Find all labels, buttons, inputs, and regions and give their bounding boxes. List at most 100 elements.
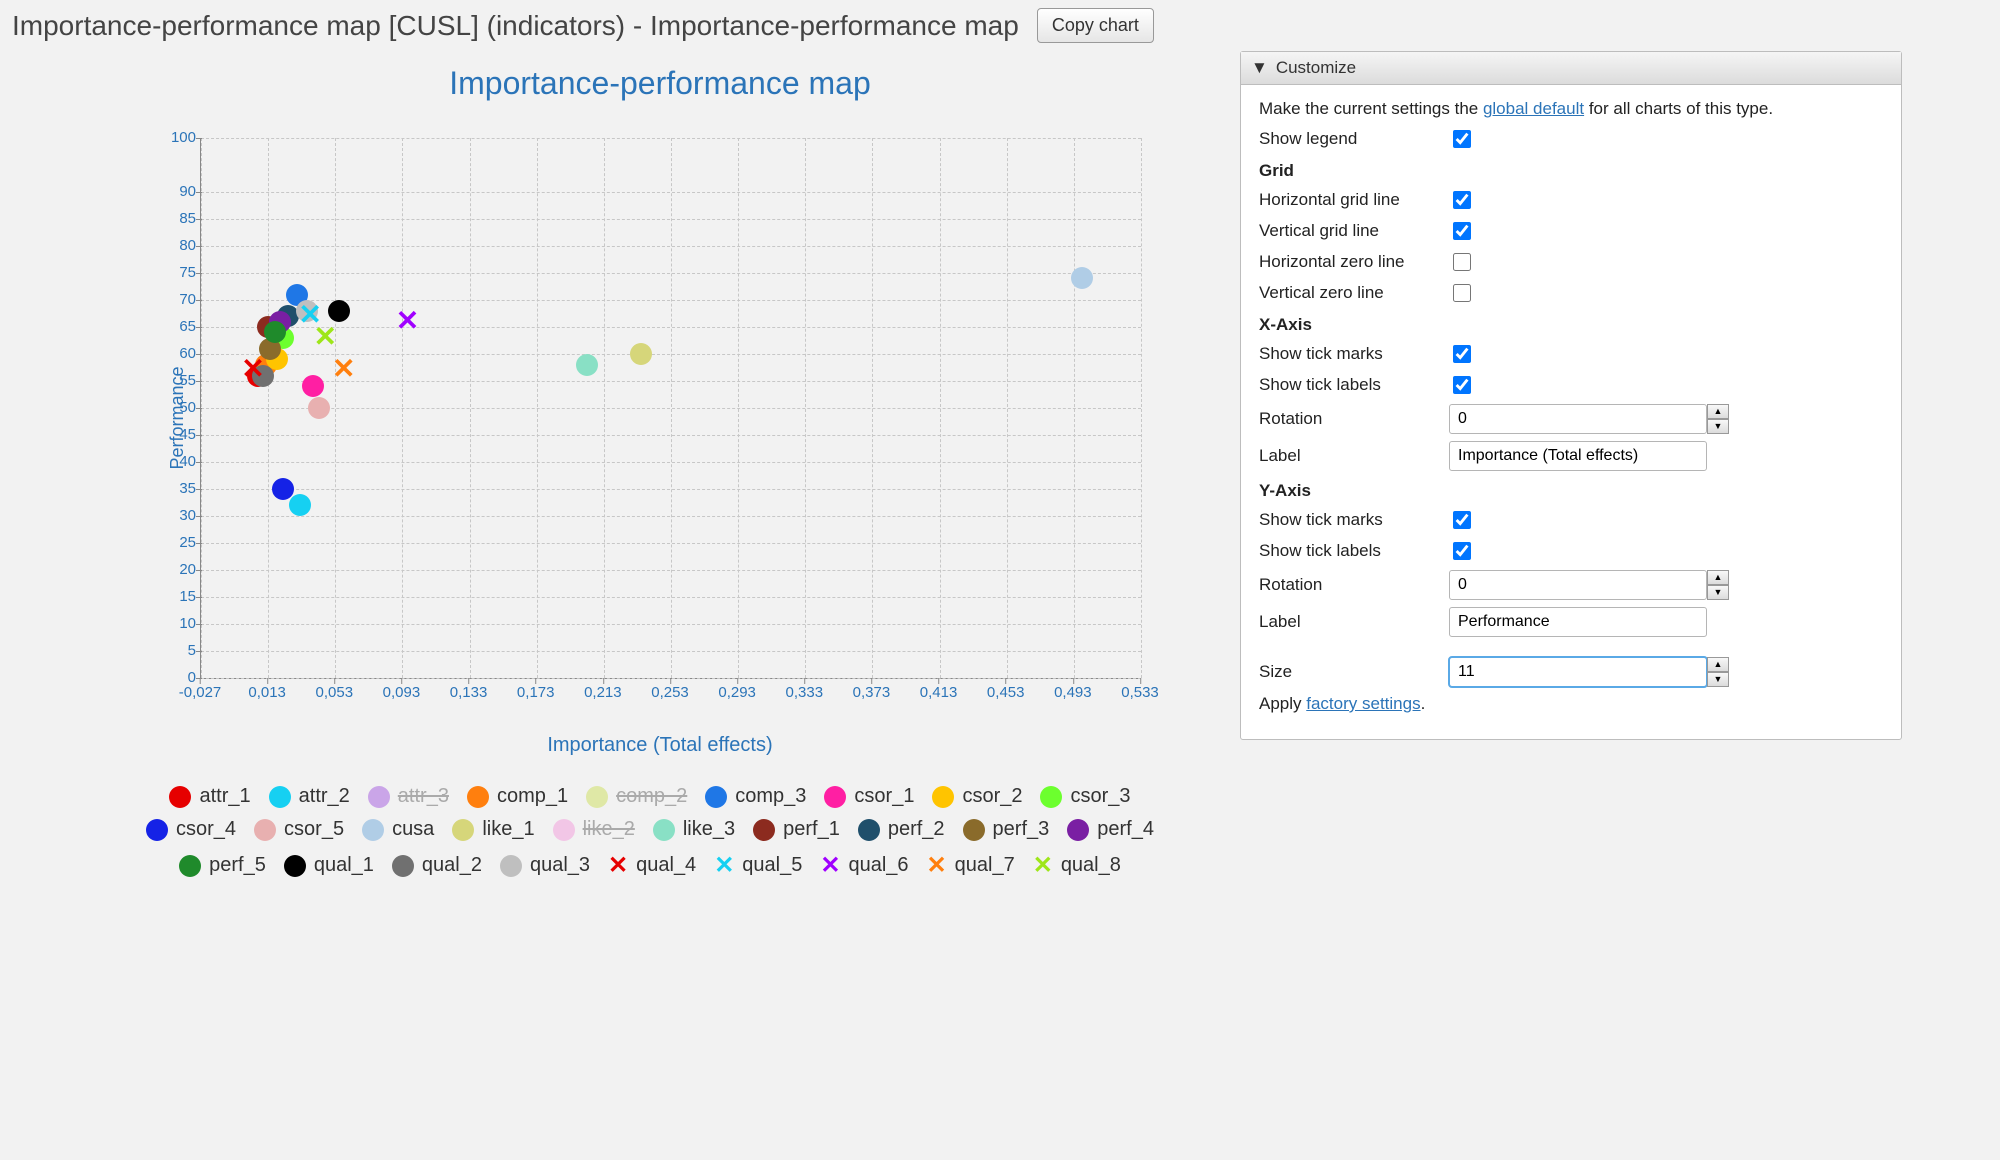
factory-settings-text: Apply factory settings.	[1259, 694, 1883, 714]
data-point-csor_4[interactable]	[272, 478, 294, 500]
y-tick-label: 45	[160, 426, 196, 443]
size-up-button[interactable]: ▲	[1707, 657, 1729, 672]
legend-item-perf_2[interactable]: perf_2	[858, 818, 945, 841]
legend-item-csor_5[interactable]: csor_5	[254, 818, 344, 841]
legend-item-like_1[interactable]: like_1	[452, 818, 534, 841]
x-rotation-input[interactable]	[1449, 404, 1707, 434]
legend-item-qual_8[interactable]: ✕qual_8	[1033, 851, 1121, 880]
data-point-qual_8[interactable]: ✕	[313, 327, 336, 349]
legend-item-qual_2[interactable]: qual_2	[392, 851, 482, 880]
y-tick-marks-checkbox[interactable]	[1453, 511, 1471, 529]
size-down-button[interactable]: ▼	[1707, 672, 1729, 687]
x-tick-label: 0,453	[987, 684, 1025, 701]
x-rotation-stepper[interactable]: ▲▼	[1449, 404, 1729, 434]
y-tick-label: 65	[160, 318, 196, 335]
y-tick-label: 70	[160, 291, 196, 308]
y-tick-label: 90	[160, 183, 196, 200]
plot-area[interactable]: ✕✕✕✕✕	[200, 138, 1141, 679]
x-tick-label: 0,493	[1054, 684, 1092, 701]
size-stepper[interactable]: ▲▼	[1449, 657, 1729, 687]
x-rotation-down-button[interactable]: ▼	[1707, 419, 1729, 434]
copy-chart-button[interactable]: Copy chart	[1037, 8, 1154, 43]
customize-panel-header[interactable]: ▼ Customize	[1241, 52, 1901, 85]
legend-item-comp_2[interactable]: comp_2	[586, 785, 687, 808]
global-default-text: Make the current settings the global def…	[1259, 99, 1883, 119]
x-tick-label: 0,253	[651, 684, 689, 701]
y-tick-label: 75	[160, 264, 196, 281]
show-legend-label: Show legend	[1259, 129, 1449, 149]
legend-item-like_2[interactable]: like_2	[553, 818, 635, 841]
x-tick-label: 0,333	[786, 684, 824, 701]
legend-item-attr_1[interactable]: attr_1	[169, 785, 250, 808]
horizontal-grid-checkbox[interactable]	[1453, 191, 1471, 209]
legend-item-perf_1[interactable]: perf_1	[753, 818, 840, 841]
y-tick-label: 5	[160, 642, 196, 659]
y-rotation-down-button[interactable]: ▼	[1707, 585, 1729, 600]
y-rotation-stepper[interactable]: ▲▼	[1449, 570, 1729, 600]
x-tick-marks-checkbox[interactable]	[1453, 345, 1471, 363]
legend-item-attr_3[interactable]: attr_3	[368, 785, 449, 808]
y-tick-label: 20	[160, 561, 196, 578]
data-point-csor_5[interactable]	[308, 397, 330, 419]
legend-item-qual_1[interactable]: qual_1	[284, 851, 374, 880]
data-point-qual_4[interactable]: ✕	[241, 359, 264, 381]
data-point-cusa[interactable]	[1071, 267, 1093, 289]
y-rotation-input[interactable]	[1449, 570, 1707, 600]
y-tick-label: 55	[160, 372, 196, 389]
x-axis-section-header: X-Axis	[1259, 315, 1883, 335]
legend-item-cusa[interactable]: cusa	[362, 818, 434, 841]
data-point-qual_6[interactable]: ✕	[396, 311, 419, 333]
y-axis-section-header: Y-Axis	[1259, 481, 1883, 501]
y-tick-label: 60	[160, 345, 196, 362]
horizontal-zero-checkbox[interactable]	[1453, 253, 1471, 271]
y-tick-label: 40	[160, 453, 196, 470]
legend-item-perf_5[interactable]: perf_5	[179, 851, 266, 880]
y-tick-labels-checkbox[interactable]	[1453, 542, 1471, 560]
chevron-down-icon: ▼	[1251, 58, 1268, 78]
y-rotation-up-button[interactable]: ▲	[1707, 570, 1729, 585]
y-tick-label: 15	[160, 588, 196, 605]
legend-item-comp_1[interactable]: comp_1	[467, 785, 568, 808]
x-tick-label: -0,027	[179, 684, 222, 701]
data-point-csor_1[interactable]	[302, 375, 324, 397]
size-input[interactable]	[1449, 657, 1707, 687]
legend-item-perf_4[interactable]: perf_4	[1067, 818, 1154, 841]
legend-item-qual_7[interactable]: ✕qual_7	[927, 851, 1015, 880]
x-tick-label: 0,093	[383, 684, 421, 701]
legend-item-qual_5[interactable]: ✕qual_5	[714, 851, 802, 880]
y-label-input[interactable]	[1449, 607, 1707, 637]
y-tick-label: 25	[160, 534, 196, 551]
data-point-qual_7[interactable]: ✕	[332, 359, 355, 381]
legend-item-perf_3[interactable]: perf_3	[963, 818, 1050, 841]
legend-item-csor_1[interactable]: csor_1	[824, 785, 914, 808]
data-point-qual_1[interactable]	[328, 300, 350, 322]
y-tick-label: 80	[160, 237, 196, 254]
show-legend-checkbox[interactable]	[1453, 130, 1471, 148]
legend-item-qual_4[interactable]: ✕qual_4	[608, 851, 696, 880]
x-rotation-up-button[interactable]: ▲	[1707, 404, 1729, 419]
legend-item-csor_2[interactable]: csor_2	[932, 785, 1022, 808]
data-point-like_1[interactable]	[630, 343, 652, 365]
x-tick-label: 0,293	[718, 684, 756, 701]
data-point-perf_5[interactable]	[264, 321, 286, 343]
legend-item-like_3[interactable]: like_3	[653, 818, 735, 841]
y-tick-label: 30	[160, 507, 196, 524]
x-label-input[interactable]	[1449, 441, 1707, 471]
x-tick-labels-checkbox[interactable]	[1453, 376, 1471, 394]
legend-item-csor_4[interactable]: csor_4	[146, 818, 236, 841]
chart-container: Importance-performance map Performance ✕…	[120, 51, 1200, 880]
legend-item-comp_3[interactable]: comp_3	[705, 785, 806, 808]
legend-item-attr_2[interactable]: attr_2	[269, 785, 350, 808]
data-point-like_3[interactable]	[576, 354, 598, 376]
vertical-zero-checkbox[interactable]	[1453, 284, 1471, 302]
factory-settings-link[interactable]: factory settings	[1306, 694, 1420, 713]
grid-section-header: Grid	[1259, 161, 1883, 181]
vertical-grid-checkbox[interactable]	[1453, 222, 1471, 240]
global-default-link[interactable]: global default	[1483, 99, 1584, 118]
x-tick-label: 0,053	[316, 684, 354, 701]
x-tick-label: 0,133	[450, 684, 488, 701]
page-title: Importance-performance map [CUSL] (indic…	[12, 10, 1019, 42]
legend-item-csor_3[interactable]: csor_3	[1040, 785, 1130, 808]
legend-item-qual_3[interactable]: qual_3	[500, 851, 590, 880]
legend-item-qual_6[interactable]: ✕qual_6	[820, 851, 908, 880]
